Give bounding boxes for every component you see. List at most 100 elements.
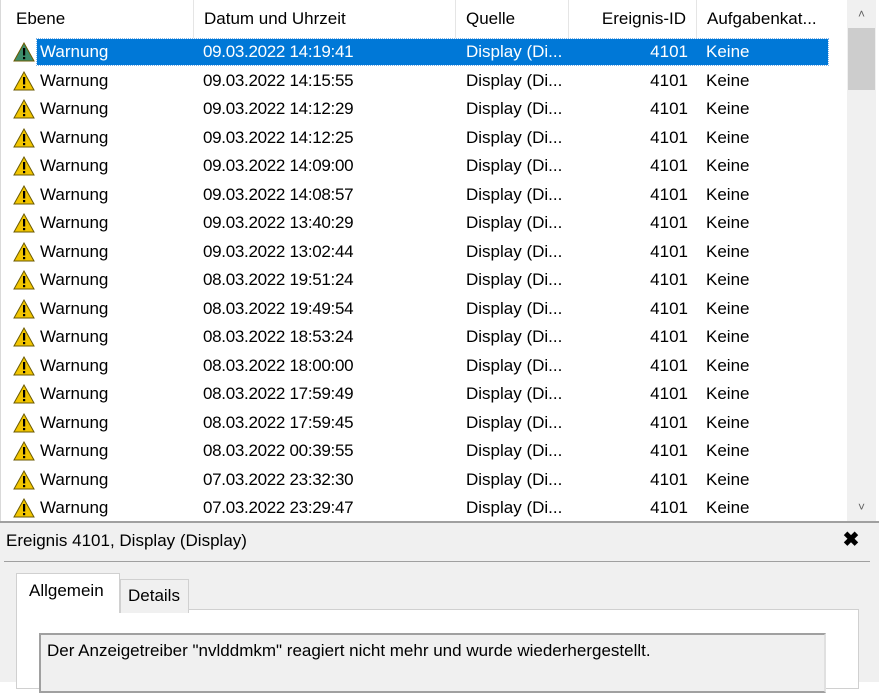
table-row[interactable]: Warnung 09.03.2022 13:40:29 Display (Di...…: [1, 209, 847, 237]
cell-task-category: Keine: [706, 270, 750, 289]
warning-icon: [13, 241, 35, 262]
table-row[interactable]: Warnung 09.03.2022 14:09:00 Display (Di...…: [1, 152, 847, 180]
warning-icon: [13, 70, 35, 91]
cell-level: Warnung: [40, 327, 109, 346]
cell-task-category: Keine: [706, 355, 750, 375]
cell-task-category: Keine: [706, 469, 750, 489]
column-header-datetime[interactable]: Datum und Uhrzeit: [194, 0, 456, 38]
divider: [4, 561, 870, 562]
column-header-source[interactable]: Quelle: [456, 0, 569, 38]
cell-datetime: 08.03.2022 19:51:24: [203, 270, 354, 289]
cell-datetime: 08.03.2022 18:00:00: [203, 355, 354, 375]
warning-icon: [13, 469, 35, 490]
cell-level: Warnung: [40, 213, 109, 232]
cell-event-id: 4101: [650, 99, 688, 118]
cell-task-category: Keine: [706, 241, 750, 261]
warning-icon: [13, 212, 35, 233]
table-row[interactable]: Warnung 08.03.2022 17:59:45 Display (Di...…: [1, 409, 847, 437]
table-row[interactable]: Warnung 09.03.2022 14:19:41 Display (Di...…: [1, 38, 847, 66]
table-row[interactable]: Warnung 09.03.2022 14:08:57 Display (Di...…: [1, 181, 847, 209]
table-row[interactable]: Warnung 08.03.2022 18:00:00 Display (Di...…: [1, 352, 847, 380]
cell-level: Warnung: [40, 42, 109, 61]
table-row[interactable]: Warnung 08.03.2022 19:51:24 Display (Di...…: [1, 266, 847, 294]
column-header-level[interactable]: Ebene: [6, 0, 194, 38]
warning-icon: [13, 184, 35, 205]
column-header-task-category[interactable]: Aufgabenkat...: [697, 0, 847, 38]
close-icon[interactable]: ✖: [840, 529, 862, 551]
table-row[interactable]: Warnung 09.03.2022 13:02:44 Display (Di...…: [1, 238, 847, 266]
cell-task-category: Keine: [706, 156, 750, 175]
cell-source: Display (Di...: [466, 441, 563, 460]
cell-source: Display (Di...: [466, 498, 563, 517]
table-row[interactable]: Warnung 08.03.2022 18:53:24 Display (Di...…: [1, 323, 847, 351]
cell-level: Warnung: [40, 270, 109, 289]
cell-source: Display (Di...: [466, 184, 563, 204]
cell-datetime: 08.03.2022 17:59:45: [203, 412, 354, 432]
cell-datetime: 09.03.2022 13:02:44: [203, 241, 354, 261]
cell-level: Warnung: [40, 241, 109, 261]
cell-event-id: 4101: [650, 384, 688, 403]
warning-icon: [13, 127, 35, 148]
cell-datetime: 09.03.2022 14:12:25: [203, 127, 354, 147]
tab-panel-general: Der Anzeigetreiber "nvlddmkm" reagiert n…: [16, 609, 859, 693]
cell-datetime: 08.03.2022 00:39:55: [203, 441, 354, 460]
cell-event-id: 4101: [650, 70, 688, 90]
warning-icon: [13, 155, 35, 176]
table-row[interactable]: Warnung 09.03.2022 14:12:25 Display (Di...…: [1, 124, 847, 152]
cell-task-category: Keine: [706, 441, 750, 460]
table-row[interactable]: Warnung 07.03.2022 23:29:47 Display (Di...…: [1, 494, 847, 521]
cell-event-id: 4101: [650, 156, 688, 175]
cell-task-category: Keine: [706, 412, 750, 432]
event-description-box[interactable]: Der Anzeigetreiber "nvlddmkm" reagiert n…: [39, 633, 826, 693]
cell-level: Warnung: [40, 184, 109, 204]
table-row[interactable]: Warnung 09.03.2022 14:15:55 Display (Di...…: [1, 67, 847, 95]
vertical-scrollbar[interactable]: ˄ ˅: [847, 0, 876, 521]
tab-details[interactable]: Details: [120, 579, 189, 613]
cell-event-id: 4101: [650, 241, 688, 261]
table-row[interactable]: Warnung 08.03.2022 17:59:49 Display (Di...…: [1, 380, 847, 408]
cell-task-category: Keine: [706, 213, 750, 232]
cell-task-category: Keine: [706, 70, 750, 90]
cell-level: Warnung: [40, 127, 109, 147]
event-list: Ebene Datum und Uhrzeit Quelle Ereignis-…: [0, 0, 879, 521]
event-details-pane: Ereignis 4101, Display (Display) ✖ Der A…: [0, 521, 879, 693]
cell-datetime: 09.03.2022 13:40:29: [203, 213, 354, 232]
cell-level: Warnung: [40, 355, 109, 375]
cell-source: Display (Di...: [466, 469, 563, 489]
cell-datetime: 08.03.2022 19:49:54: [203, 298, 354, 318]
cell-task-category: Keine: [706, 42, 750, 61]
cell-event-id: 4101: [650, 441, 688, 460]
warning-icon: [13, 412, 35, 433]
cell-event-id: 4101: [650, 127, 688, 147]
cell-datetime: 09.03.2022 14:12:29: [203, 99, 354, 118]
cell-level: Warnung: [40, 441, 109, 460]
cell-source: Display (Di...: [466, 270, 563, 289]
cell-task-category: Keine: [706, 384, 750, 403]
tab-general[interactable]: Allgemein: [16, 573, 120, 613]
column-header-event-id[interactable]: Ereignis-ID: [569, 0, 697, 38]
cell-source: Display (Di...: [466, 355, 563, 375]
cell-event-id: 4101: [650, 498, 688, 517]
warning-icon: [13, 41, 35, 62]
cell-datetime: 08.03.2022 18:53:24: [203, 327, 354, 346]
cell-source: Display (Di...: [466, 127, 563, 147]
table-row[interactable]: Warnung 07.03.2022 23:32:30 Display (Di...…: [1, 466, 847, 494]
chevron-up-icon[interactable]: ˄: [847, 0, 876, 28]
cell-datetime: 07.03.2022 23:29:47: [203, 498, 354, 517]
cell-event-id: 4101: [650, 355, 688, 375]
scrollbar-thumb[interactable]: [848, 28, 875, 90]
column-header: Ebene Datum und Uhrzeit Quelle Ereignis-…: [1, 0, 847, 38]
cell-source: Display (Di...: [466, 70, 563, 90]
warning-icon: [13, 383, 35, 404]
cell-event-id: 4101: [650, 270, 688, 289]
table-row[interactable]: Warnung 09.03.2022 14:12:29 Display (Di...…: [1, 95, 847, 123]
table-row[interactable]: Warnung 08.03.2022 00:39:55 Display (Di...…: [1, 437, 847, 465]
cell-level: Warnung: [40, 384, 109, 403]
cell-task-category: Keine: [706, 498, 750, 517]
table-row[interactable]: Warnung 08.03.2022 19:49:54 Display (Di...…: [1, 295, 847, 323]
cell-level: Warnung: [40, 70, 109, 90]
event-description: Der Anzeigetreiber "nvlddmkm" reagiert n…: [47, 641, 651, 660]
cell-datetime: 09.03.2022 14:09:00: [203, 156, 354, 175]
cell-event-id: 4101: [650, 327, 688, 346]
chevron-down-icon[interactable]: ˅: [847, 493, 876, 521]
